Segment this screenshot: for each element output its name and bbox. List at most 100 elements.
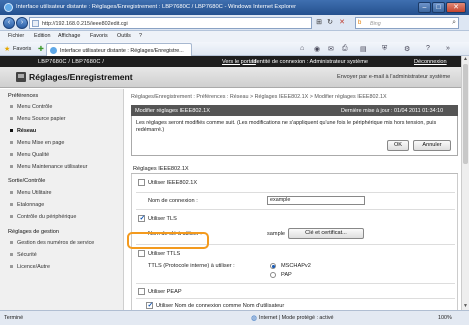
menu-favorites[interactable]: Favoris [90, 33, 108, 39]
sidebar-item-label: Contrôle du périphérique [17, 214, 77, 220]
feeds-icon[interactable]: ◉ [314, 45, 320, 53]
use-ieee8021x-checkbox[interactable] [138, 179, 145, 186]
sidebar-group-management: Réglages de gestion [8, 229, 60, 235]
sidebar-group-output: Sortie/Contrôle [8, 178, 46, 184]
globe-icon: ◍ [251, 315, 258, 322]
sidebar-item-device-control[interactable]: Contrôle du périphérique [10, 214, 77, 220]
bullet-icon [10, 191, 13, 194]
compat-view-icon[interactable]: ⊞ [314, 18, 324, 28]
close-button[interactable]: ✕ [446, 2, 466, 13]
row-divider [136, 209, 455, 210]
scroll-up-icon[interactable]: ▲ [462, 56, 469, 63]
bing-icon: b [358, 20, 362, 26]
print-icon[interactable]: ⎙ [342, 45, 348, 53]
use-ttls-checkbox[interactable] [138, 250, 145, 257]
menu-edit[interactable]: Edition [34, 33, 50, 39]
zoom-level[interactable]: 100% [438, 315, 452, 321]
sidebar-item-security[interactable]: Sécurité [10, 252, 37, 258]
tab-title: Interface utilisateur distante : Réglage… [60, 47, 184, 54]
bullet-icon [10, 141, 13, 144]
sidebar-group-preferences: Préférences [8, 93, 39, 99]
bullet-icon [10, 117, 13, 120]
settings-page-icon [16, 72, 26, 82]
key-certificate-button[interactable]: Clé et certificat... [288, 228, 364, 239]
cancel-button[interactable]: Annuler [413, 140, 451, 151]
menu-help[interactable]: ? [139, 33, 142, 39]
sidebar-item-network[interactable]: Réseau [10, 128, 36, 134]
use-peap-label: Utiliser PEAP [148, 288, 182, 295]
minimize-button[interactable]: – [418, 2, 431, 13]
sidebar-item-utility[interactable]: Menu Utilitaire [10, 190, 51, 196]
search-icon[interactable]: ⌕ [452, 19, 456, 27]
sidebar-item-license[interactable]: Licence/Autre [10, 264, 50, 270]
sidebar-item-quality[interactable]: Menu Qualité [10, 152, 50, 158]
window-title: Interface utilisateur distante : Réglage… [16, 4, 297, 10]
stop-icon[interactable]: ✕ [337, 18, 347, 28]
scrollbar-thumb[interactable] [463, 64, 468, 164]
forward-button[interactable]: › [16, 17, 28, 29]
login-name-input[interactable]: example [267, 196, 365, 205]
login-name-label: Nom de connexion : [148, 198, 198, 204]
email-admin-link[interactable]: Envoyer par e-mail à l'administrateur sy… [337, 74, 450, 80]
ok-button[interactable]: OK [387, 140, 409, 151]
status-text: Terminé [4, 315, 24, 321]
refresh-icon[interactable]: ↻ [325, 18, 335, 28]
url-field[interactable]: http://192.168.0.215/ieee802edit.cgi [29, 17, 312, 29]
sidebar-item-dept-id[interactable]: Gestion des numéros de service [10, 240, 94, 246]
edit-panel-body: Les réglages seront modifiés comme suit.… [131, 116, 458, 156]
sidebar-item-calibration[interactable]: Etalonnage [10, 202, 45, 208]
main-content: Réglages/Enregistrement : Préférences : … [125, 89, 469, 310]
sidebar-item-paper-source[interactable]: Menu Source papier [10, 116, 66, 122]
sidebar-item-label: Etalonnage [17, 202, 45, 208]
more-commands-icon[interactable]: » [446, 45, 450, 52]
home-icon[interactable]: ⌂ [300, 45, 304, 52]
sidebar-item-user-maintenance[interactable]: Menu Maintenance utilisateur [10, 164, 88, 170]
favorites-button[interactable]: Favoris [13, 46, 31, 52]
use-login-as-user-label: Utiliser Nom de connexion comme Nom d'ut… [156, 302, 285, 309]
key-name-value: sample [267, 231, 286, 237]
maximize-button[interactable]: □ [432, 2, 445, 13]
vertical-scrollbar[interactable]: ▲ ▼ [461, 56, 469, 310]
help-menu-icon[interactable]: ? [426, 45, 430, 52]
bullet-icon [10, 203, 13, 206]
page-header: Réglages/Enregistrement Envoyer par e-ma… [0, 67, 469, 88]
search-placeholder: Bing [370, 20, 381, 27]
safety-menu-icon[interactable]: ⛨ [382, 45, 387, 53]
sidebar-item-label: Menu Contrôle [17, 104, 53, 110]
back-button[interactable]: ‹ [3, 17, 15, 29]
scroll-down-icon[interactable]: ▼ [462, 303, 469, 310]
use-tls-checkbox[interactable] [138, 214, 145, 222]
logout-link[interactable]: Déconnexion [414, 59, 447, 65]
browser-tab[interactable]: Interface utilisateur distante : Réglage… [46, 43, 192, 56]
sidebar-item-layout[interactable]: Menu Mise en page [10, 140, 64, 146]
menu-tools[interactable]: Outils [117, 33, 131, 39]
menu-file[interactable]: Fichier [8, 33, 24, 39]
brand-strip: LBP7680C / LBP7680C / Vers le portail Id… [0, 56, 469, 67]
breadcrumb: Réglages/Enregistrement : Préférences : … [131, 94, 387, 100]
status-bar: Terminé ◍ Internet | Mode protégé : acti… [0, 310, 469, 325]
tools-menu-icon[interactable]: ⚙ [404, 45, 410, 53]
page-menu-icon[interactable]: ▤ [360, 45, 367, 53]
sidebar-item-label: Licence/Autre [17, 264, 50, 270]
sidebar-item-label: Menu Qualité [17, 152, 50, 158]
favorites-bar: ★ Favoris ✚ Interface utilisateur distan… [0, 42, 469, 56]
use-tls-label: Utiliser TLS [148, 215, 177, 222]
use-ttls-label: Utiliser TTLS [148, 250, 181, 257]
use-peap-checkbox[interactable] [138, 288, 145, 295]
mail-icon[interactable]: ✉ [328, 45, 334, 53]
row-divider [136, 298, 455, 299]
use-login-as-user-checkbox[interactable] [146, 301, 153, 309]
menu-view[interactable]: Affichage [58, 33, 80, 39]
mschapv2-label: MSCHAPv2 [281, 263, 311, 269]
url-text: http://192.168.0.215/ieee802edit.cgi [42, 20, 128, 27]
login-info: Identité de connexion : Administrateur s… [252, 58, 368, 65]
portal-link[interactable]: Vers le portail [222, 59, 256, 65]
sidebar-item-control-menu[interactable]: Menu Contrôle [10, 104, 53, 110]
favorites-star-icon[interactable]: ★ [4, 45, 10, 53]
mschapv2-radio[interactable] [270, 263, 276, 269]
search-field[interactable]: b Bing ⌕ [355, 17, 459, 29]
row-divider [136, 192, 455, 193]
add-favorite-icon[interactable]: ✚ [38, 45, 44, 53]
sidebar-item-label: Menu Maintenance utilisateur [17, 164, 88, 170]
pap-radio[interactable] [270, 272, 276, 278]
